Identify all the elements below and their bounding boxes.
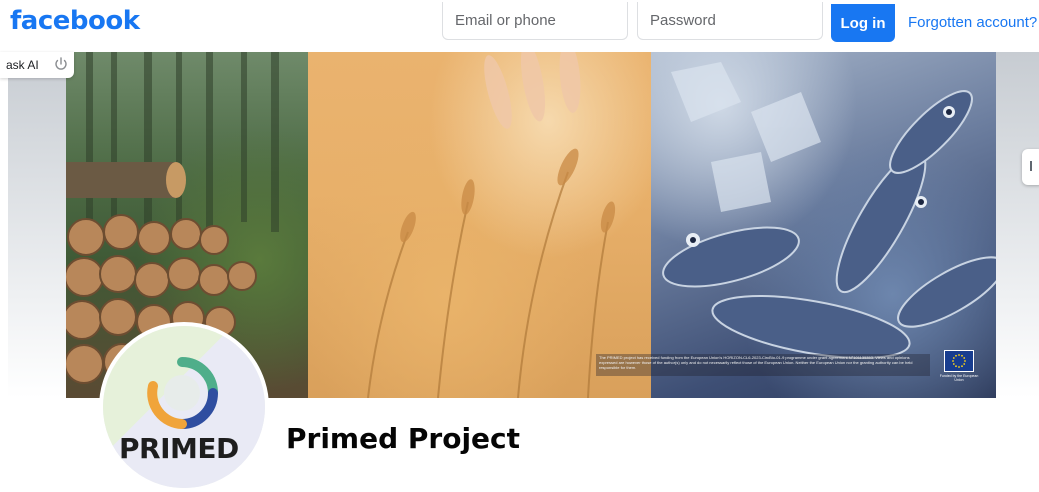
primed-logo-text: PRIMED: [119, 432, 239, 465]
ask-ai-label[interactable]: ask AI: [6, 58, 39, 72]
fish-ice-image: [651, 52, 996, 398]
primed-ring-logo: [147, 357, 218, 429]
email-field[interactable]: [442, 2, 628, 40]
login-button[interactable]: Log in: [831, 4, 895, 42]
funding-disclaimer: The PRIMED project has received funding …: [596, 354, 930, 376]
funding-disclaimer-text: The PRIMED project has received funding …: [599, 355, 913, 370]
side-scroll-button[interactable]: [1022, 149, 1039, 185]
arrow-icon: [1030, 161, 1032, 171]
top-navigation-bar: facebook Log in Forgotten account?: [0, 0, 1039, 52]
ask-ai-widget[interactable]: ask AI: [0, 52, 74, 78]
page-title[interactable]: Primed Project: [286, 422, 520, 455]
facebook-logo[interactable]: facebook: [10, 6, 140, 36]
forgot-account-link[interactable]: Forgotten account?: [908, 14, 1037, 31]
eu-stars-icon: [952, 354, 966, 368]
wheat-illustration: [367, 52, 616, 398]
wheat-field-image: [308, 52, 651, 398]
profile-picture[interactable]: PRIMED: [99, 322, 269, 492]
power-icon[interactable]: [52, 55, 70, 73]
eu-flag-icon: [944, 350, 974, 372]
eu-funding-caption: Funded by the European Union: [939, 374, 979, 382]
fish-illustration: [662, 62, 996, 359]
password-field[interactable]: [637, 2, 823, 40]
